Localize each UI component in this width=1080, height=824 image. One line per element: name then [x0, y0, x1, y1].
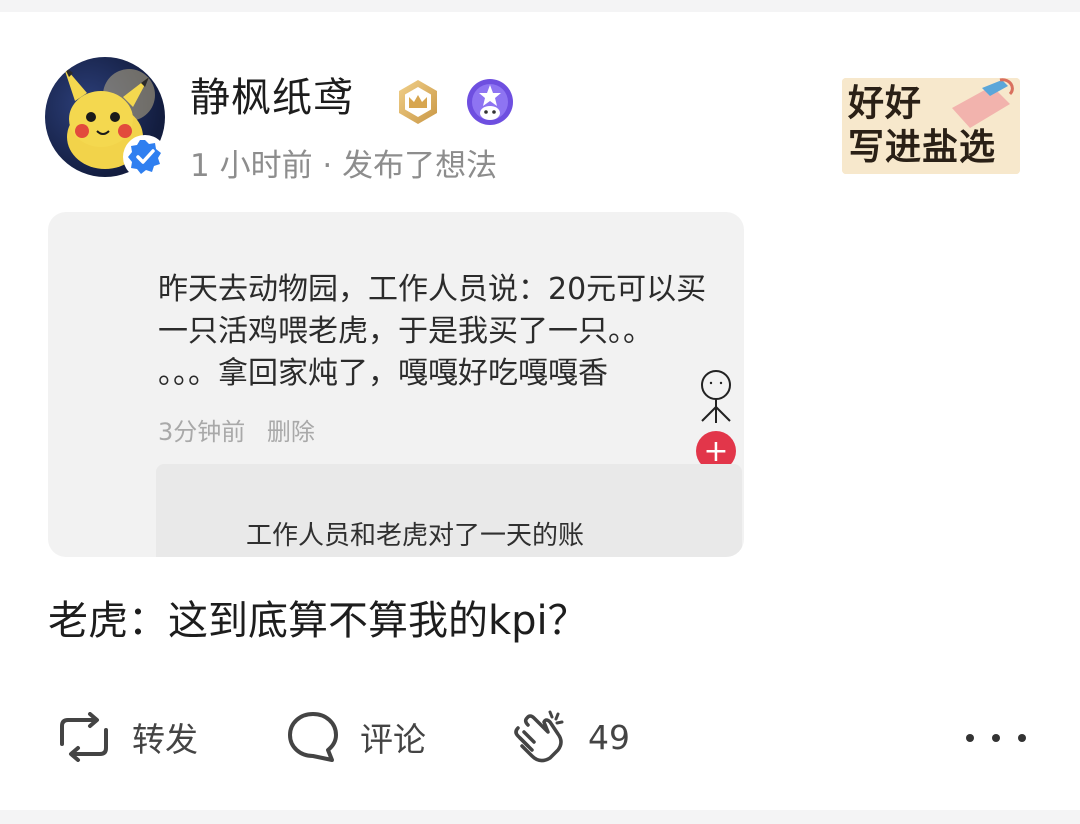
- author-name[interactable]: 静枫纸鸢: [190, 74, 354, 122]
- image-reply-text: 工作人员和老虎对了一天的账: [246, 521, 585, 551]
- stick-figure-icon: [701, 370, 731, 423]
- verified-badge-icon: [123, 135, 167, 179]
- more-options-button[interactable]: [966, 726, 1026, 750]
- star-badge-icon[interactable]: [466, 78, 514, 126]
- applause-button[interactable]: 49: [510, 702, 630, 772]
- sticker-line-1: 好好: [848, 83, 923, 124]
- clap-icon: [514, 710, 564, 763]
- sticker-background: 好好 写进盐选: [842, 78, 1020, 174]
- comment-icon: [288, 712, 338, 762]
- repost-label: 转发: [132, 720, 198, 759]
- comment-label: 评论: [360, 720, 426, 759]
- repost-icon: [60, 712, 108, 762]
- image-comment-delete: 删除: [266, 418, 315, 446]
- more-dot-icon: [992, 734, 1000, 742]
- image-text-line: 一只活鸡喂老虎，于是我买了一只。。: [158, 314, 653, 349]
- image-text-line: 。。。拿回家炖了，嘎嘎好吃嘎嘎香: [158, 356, 608, 391]
- more-dot-icon: [1018, 734, 1026, 742]
- post-image[interactable]: 昨天去动物园，工作人员说：20元可以买 一只活鸡喂老虎，于是我买了一只。。 。。…: [48, 212, 744, 557]
- sticker-line-2: 写进盐选: [848, 127, 997, 168]
- image-comment-time: 3分钟前: [158, 418, 246, 446]
- crown-badge-icon[interactable]: [394, 78, 442, 126]
- image-text-line: 昨天去动物园，工作人员说：20元可以买: [158, 272, 707, 307]
- comment-button[interactable]: 评论: [286, 702, 426, 772]
- post-card: 静枫纸鸢 1 小时前 · 发布了想法 好好 写进盐选 昨天去动物园，工作人员说：…: [0, 12, 1080, 810]
- repost-button[interactable]: 转发: [56, 702, 198, 772]
- action-bar: 转发 评论 49: [0, 702, 1080, 772]
- more-dot-icon: [966, 734, 974, 742]
- post-caption: 老虎：这到底算不算我的kpi？: [48, 598, 588, 644]
- image-comment-meta: 3分钟前 删除: [158, 412, 315, 447]
- avatar[interactable]: [45, 57, 167, 179]
- post-meta: 1 小时前 · 发布了想法: [190, 148, 498, 184]
- yanxuan-sticker[interactable]: 好好 写进盐选: [842, 78, 1020, 174]
- applause-count: 49: [588, 717, 630, 757]
